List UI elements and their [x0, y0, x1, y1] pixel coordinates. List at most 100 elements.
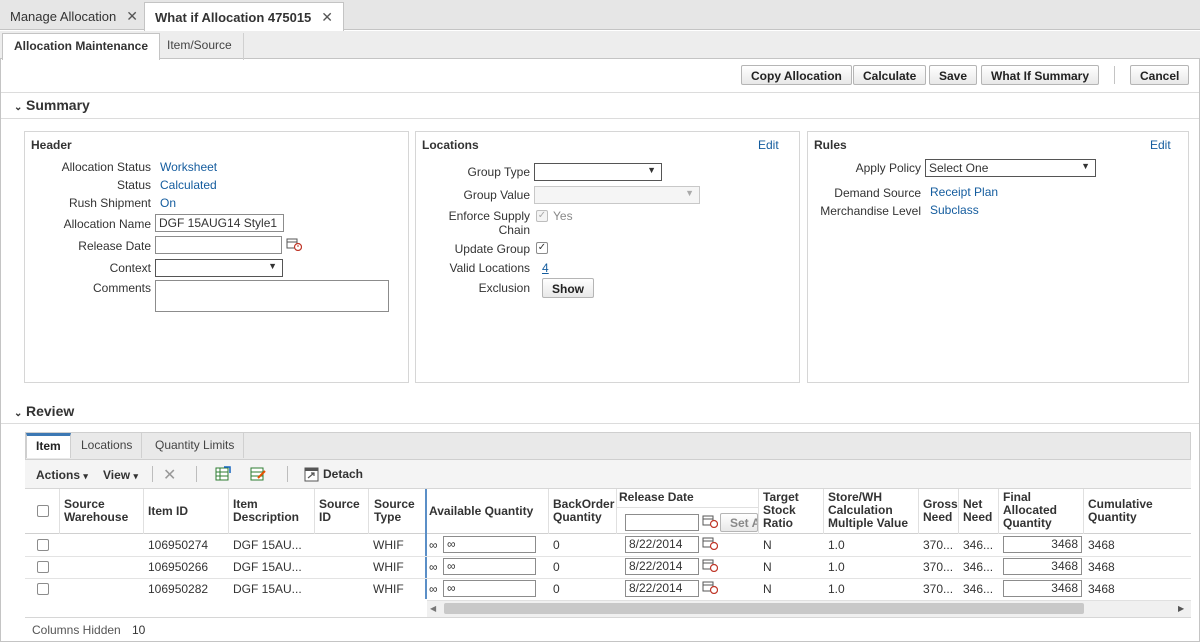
col-header-target-stock-ratio[interactable]: Target Stock Ratio [763, 491, 799, 530]
col-header-item-id[interactable]: Item ID [148, 505, 188, 518]
close-icon[interactable]: ✕ [126, 8, 138, 24]
cumulative-quantity: 3468 [1088, 582, 1115, 596]
release-date-set-all-input[interactable] [625, 514, 699, 531]
header-line: ID [319, 510, 331, 524]
table-row[interactable]: 106950282 DGF 15AU... WHIF ∞ ∞ 0 8/22/20… [25, 578, 1191, 600]
doc-tab-what-if-allocation[interactable]: What if Allocation 475015 ✕ [144, 2, 345, 31]
rules-edit-link[interactable]: Edit [1150, 138, 1171, 152]
scrollbar-thumb[interactable] [444, 603, 1084, 614]
row-checkbox[interactable] [37, 583, 49, 595]
col-header-source-type[interactable]: Source Type [374, 498, 415, 524]
calendar-icon[interactable] [286, 237, 302, 251]
group-type-label: Group Type [467, 165, 530, 179]
col-header-final-allocated-quantity[interactable]: Final Allocated Quantity [1003, 491, 1057, 530]
header-line: Multiple Value [828, 516, 909, 530]
document-tab-strip: Manage Allocation ✕ What if Allocation 47… [0, 0, 1200, 31]
col-header-release-date[interactable]: Release Date [619, 491, 694, 504]
final-allocated-quantity-input[interactable]: 3468 [1003, 580, 1082, 597]
export-excel-icon[interactable] [215, 466, 232, 482]
col-header-item-description[interactable]: Item Description [233, 498, 299, 524]
item-id-link[interactable]: 106950266 [148, 560, 208, 574]
edit-table-icon[interactable] [250, 466, 267, 482]
chevron-down-icon: ▾ [133, 471, 139, 481]
locations-edit-link[interactable]: Edit [758, 138, 779, 152]
detach-icon[interactable] [304, 467, 319, 482]
context-select[interactable]: ▼ [155, 259, 283, 277]
scroll-right-icon[interactable]: ▶ [1178, 604, 1184, 613]
update-group-label: Update Group [454, 242, 530, 256]
comments-textarea[interactable] [155, 280, 389, 312]
exclusion-label: Exclusion [478, 281, 530, 295]
divider [1, 118, 1199, 119]
actions-menu[interactable]: Actions ▾ [36, 468, 88, 482]
available-quantity-input[interactable]: ∞ [443, 558, 536, 575]
comments-label: Comments [92, 281, 151, 295]
col-header-net-need[interactable]: Net Need [963, 498, 992, 524]
tab-item[interactable]: Item [26, 433, 71, 458]
column-divider [548, 489, 549, 534]
calendar-icon[interactable] [702, 580, 718, 594]
apply-policy-value: Select One [929, 161, 989, 175]
toolbar-divider [1114, 66, 1115, 84]
available-quantity-input[interactable]: ∞ [443, 580, 536, 597]
toolbar-separator [152, 466, 153, 482]
update-group-checkbox[interactable]: ✓ [536, 242, 548, 254]
cancel-button[interactable]: Cancel [1130, 65, 1190, 85]
status-label: Status [116, 178, 151, 192]
store-wh-calculation: 1.0 [828, 538, 845, 552]
allocation-name-input[interactable]: DGF 15AUG14 Style1 [155, 214, 284, 232]
row-checkbox[interactable] [37, 539, 49, 551]
delete-icon[interactable]: ✕ [163, 465, 176, 485]
row-checkbox[interactable] [37, 561, 49, 573]
item-id-link[interactable]: 106950274 [148, 538, 208, 552]
final-allocated-quantity-input[interactable]: 3468 [1003, 558, 1082, 575]
apply-policy-select[interactable]: Select One ▼ [925, 159, 1096, 177]
release-date-input[interactable] [155, 236, 282, 254]
available-quantity-input[interactable]: ∞ [443, 536, 536, 553]
release-date-input[interactable]: 8/22/2014 [625, 558, 699, 575]
view-menu[interactable]: View ▾ [103, 468, 138, 482]
item-description: DGF 15AU... [233, 538, 302, 552]
tab-item-source[interactable]: Item/Source [156, 33, 244, 60]
col-header-cumulative-quantity[interactable]: Cumulative Quantity [1088, 498, 1153, 524]
col-header-store-wh-calculation[interactable]: Store/WH Calculation Multiple Value [828, 491, 908, 530]
save-button[interactable]: Save [929, 65, 978, 85]
doc-tab-manage-allocation[interactable]: Manage Allocation ✕ [0, 2, 149, 30]
calendar-icon[interactable] [702, 536, 718, 550]
valid-locations-link[interactable]: 4 [542, 261, 549, 275]
group-type-select[interactable]: ▼ [534, 163, 662, 181]
col-header-gross-need[interactable]: Gross Need [923, 498, 958, 524]
release-date-input[interactable]: 8/22/2014 [625, 536, 699, 553]
column-divider [823, 489, 824, 534]
review-section-header[interactable]: ⌄ Review [14, 403, 74, 419]
col-header-source-id[interactable]: Source ID [319, 498, 360, 524]
scroll-left-icon[interactable]: ◀ [430, 604, 436, 613]
calculate-button[interactable]: Calculate [853, 65, 927, 85]
col-header-available-quantity[interactable]: Available Quantity [429, 505, 533, 518]
source-type: WHIF [373, 582, 404, 596]
show-exclusion-button[interactable]: Show [542, 278, 594, 298]
calendar-icon[interactable] [702, 514, 718, 528]
item-id-link[interactable]: 106950282 [148, 582, 208, 596]
tab-allocation-maintenance[interactable]: Allocation Maintenance [2, 33, 161, 60]
tab-label: Locations [81, 438, 133, 452]
detach-button[interactable]: Detach [323, 467, 363, 481]
select-all-checkbox[interactable] [37, 505, 49, 517]
release-date-input[interactable]: 8/22/2014 [625, 580, 699, 597]
table-row[interactable]: 106950274 DGF 15AU... WHIF ∞ ∞ 0 8/22/20… [25, 534, 1191, 556]
what-if-summary-button[interactable]: What If Summary [981, 65, 1100, 85]
doc-tab-label: Manage Allocation [10, 9, 117, 24]
set-all-button[interactable]: Set A [720, 513, 758, 532]
gross-need: 370... [923, 582, 954, 596]
tab-locations[interactable]: Locations [72, 433, 143, 458]
final-allocated-quantity-input[interactable]: 3468 [1003, 536, 1082, 553]
copy-allocation-button[interactable]: Copy Allocation [741, 65, 852, 85]
summary-section-header[interactable]: ⌄ Summary [14, 97, 90, 113]
tab-quantity-limits[interactable]: Quantity Limits [146, 433, 245, 458]
col-header-source-warehouse[interactable]: Source Warehouse [64, 498, 128, 524]
table-row[interactable]: 106950266 DGF 15AU... WHIF ∞ ∞ 0 8/22/20… [25, 556, 1191, 578]
calendar-icon[interactable] [702, 558, 718, 572]
column-divider [958, 489, 959, 534]
col-header-backorder-quantity[interactable]: BackOrder Quantity [553, 498, 614, 524]
close-icon[interactable]: ✕ [321, 9, 333, 25]
